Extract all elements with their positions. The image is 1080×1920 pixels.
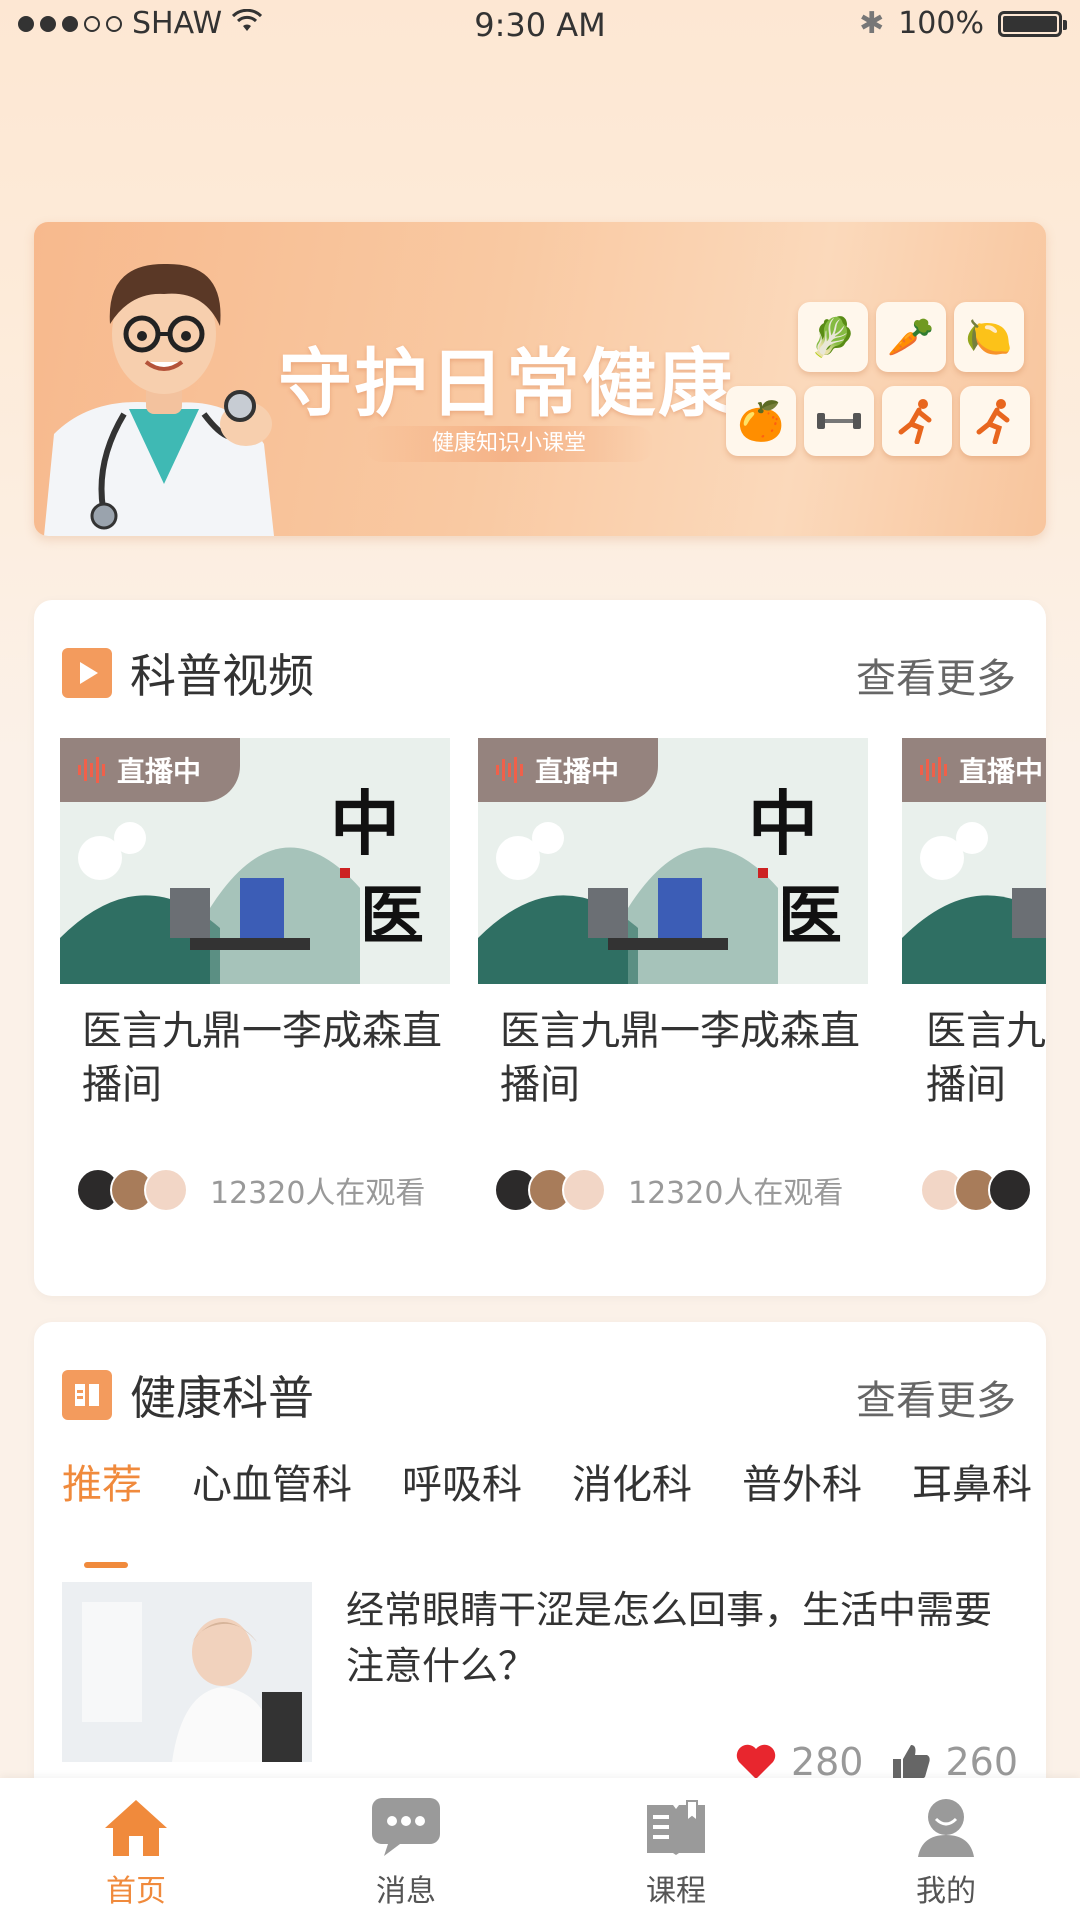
view-more-link[interactable]: 查看更多 <box>856 646 1016 704</box>
video-thumbnail: 直播中 <box>902 738 1046 984</box>
home-icon <box>97 1792 175 1862</box>
live-badge: 直播中 <box>902 738 1046 802</box>
thumbs-up-icon <box>893 1745 931 1779</box>
video-title: 医言九鼎一李成森直播间 <box>500 1008 860 1108</box>
article-item[interactable]: 经常眼睛干涩是怎么回事，生活中需要注意什么？ 280 260 <box>62 1582 1018 1784</box>
running-icon <box>960 386 1030 456</box>
tab-recommended[interactable]: 推荐 <box>62 1452 142 1568</box>
tab-respiratory[interactable]: 呼吸科 <box>402 1452 522 1542</box>
dumbbell-icon <box>804 386 874 456</box>
tab-profile[interactable]: 我的 <box>866 1792 1026 1910</box>
tab-label: 首页 <box>106 1874 166 1909</box>
viewer-avatars <box>494 1168 606 1212</box>
video-card[interactable]: 直播中 医言九鼎一李成森直播间 <box>902 738 1046 1112</box>
section-title: 科普视频 <box>130 649 314 703</box>
video-meta <box>920 1168 1032 1212</box>
book-icon <box>62 1370 112 1420</box>
banner-subtitle: 健康知识小课堂 <box>364 426 654 462</box>
bluetooth-icon: ✱ <box>859 6 885 41</box>
doctor-illustration <box>34 234 294 536</box>
tab-label: 课程 <box>646 1874 706 1909</box>
carrot-icon: 🥕 <box>876 302 946 372</box>
lemon-icon: 🍋 <box>954 302 1024 372</box>
live-badge-label: 直播中 <box>117 755 202 788</box>
heart-icon <box>736 1744 776 1779</box>
sound-wave-icon <box>78 757 105 783</box>
article-title: 经常眼睛干涩是怎么回事，生活中需要注意什么？ <box>346 1588 993 1688</box>
category-tabs: 推荐 心血管科 呼吸科 消化科 普外科 耳鼻科 <box>62 1452 1046 1568</box>
live-badge: 直播中 <box>478 738 658 802</box>
avatar <box>562 1168 606 1212</box>
viewer-avatars <box>920 1168 1032 1212</box>
svg-text:医: 医 <box>778 879 842 954</box>
viewer-count: 12320人在观看 <box>210 1176 426 1211</box>
view-more-link[interactable]: 查看更多 <box>856 1368 1016 1426</box>
video-title: 医言九鼎一李成森直播间 <box>926 1008 1046 1108</box>
battery-percent: 100% <box>898 6 984 41</box>
video-title: 医言九鼎一李成森直播间 <box>82 1008 442 1108</box>
tab-gastroenterology[interactable]: 消化科 <box>572 1452 692 1542</box>
video-section-card: 科普视频 查看更多 中 医 直播中 医言九鼎一李成森直播间 12320人在观看 … <box>34 600 1046 1296</box>
banner-icon-grid: 🥬 🥕 🍋 🍊 <box>726 302 1036 482</box>
video-meta: 12320人在观看 <box>494 1168 843 1212</box>
health-section-card: 健康科普 查看更多 推荐 心血管科 呼吸科 消化科 普外科 耳鼻科 经常眼睛干涩… <box>34 1322 1046 1842</box>
running-icon <box>882 386 952 456</box>
tab-label: 消息 <box>376 1874 436 1909</box>
book-icon <box>637 1792 715 1862</box>
tab-general-surgery[interactable]: 普外科 <box>742 1452 862 1542</box>
status-bar: SHAW 9:30 AM ✱ 100% <box>0 0 1080 54</box>
video-thumbnail: 中 医 直播中 <box>478 738 868 984</box>
tab-cardiology[interactable]: 心血管科 <box>192 1452 352 1542</box>
viewer-count: 12320人在观看 <box>628 1176 844 1211</box>
orange-icon: 🍊 <box>726 386 796 456</box>
profile-icon <box>907 1792 985 1862</box>
tab-courses[interactable]: 课程 <box>596 1792 756 1910</box>
svg-text:中: 中 <box>330 782 400 865</box>
health-section-header: 健康科普 <box>62 1362 314 1428</box>
viewer-avatars <box>76 1168 188 1212</box>
hero-banner[interactable]: 守护日常健康 健康知识小课堂 🥬 🥕 🍋 🍊 <box>34 222 1046 536</box>
video-carousel[interactable]: 中 医 直播中 医言九鼎一李成森直播间 12320人在观看 中 医 直播中 医言… <box>60 738 1046 1212</box>
sound-wave-icon <box>496 757 523 783</box>
bottom-tab-bar: 首页 消息 课程 我的 <box>0 1778 1080 1920</box>
tab-ent[interactable]: 耳鼻科 <box>912 1452 1032 1542</box>
article-thumbnail <box>62 1582 312 1762</box>
live-badge-label: 直播中 <box>959 755 1044 788</box>
battery-icon <box>998 10 1067 37</box>
video-thumbnail: 中 医 直播中 <box>60 738 450 984</box>
message-icon <box>367 1792 445 1862</box>
tab-home[interactable]: 首页 <box>56 1792 216 1910</box>
video-card[interactable]: 中 医 直播中 医言九鼎一李成森直播间 <box>478 738 868 1112</box>
banner-title: 守护日常健康 <box>278 341 734 427</box>
live-badge: 直播中 <box>60 738 240 802</box>
svg-text:医: 医 <box>360 879 424 954</box>
vegetable-icon: 🥬 <box>798 302 868 372</box>
video-section-header: 科普视频 <box>62 640 314 706</box>
video-card[interactable]: 中 医 直播中 医言九鼎一李成森直播间 <box>60 738 450 1112</box>
tab-label: 我的 <box>916 1874 976 1909</box>
svg-text:中: 中 <box>748 782 818 865</box>
section-title: 健康科普 <box>130 1371 314 1425</box>
status-right: ✱ 100% <box>859 6 1067 41</box>
sound-wave-icon <box>920 757 947 783</box>
avatar <box>144 1168 188 1212</box>
tab-messages[interactable]: 消息 <box>326 1792 486 1910</box>
live-badge-label: 直播中 <box>535 755 620 788</box>
play-icon <box>62 648 112 698</box>
video-meta: 12320人在观看 <box>76 1168 425 1212</box>
avatar <box>988 1168 1032 1212</box>
